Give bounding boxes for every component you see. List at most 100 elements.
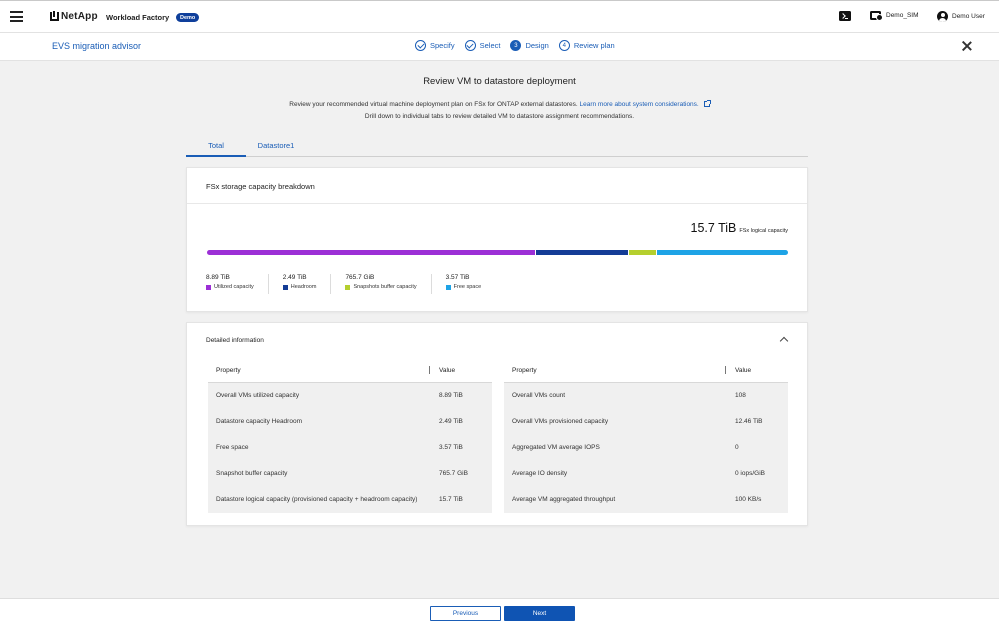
demo-badge: Demo [176,13,200,22]
footer-bar: Previous Next [0,598,999,627]
user-menu[interactable]: Demo User [937,11,985,22]
divider [187,203,807,204]
next-button[interactable]: Next [504,606,575,621]
table-row: Average IO density 0 iops/GiB [504,461,788,487]
column-header-property: Property [216,367,241,374]
chevron-up-icon[interactable] [779,336,789,346]
capacity-segment-headroom [536,250,628,255]
legend-item-utilized: 8.89 TiB Utilized capacity [206,274,269,294]
details-table-left: Property Value Overall VMs utilized capa… [208,363,492,513]
table-row: Snapshot buffer capacity 765.7 GiB [208,461,492,487]
legend-label: Utilized capacity [214,284,254,290]
value-cell: 0 iops/GiB [735,470,765,477]
wizard-title: EVS migration advisor [52,41,142,51]
workspace-icon [870,11,883,21]
netapp-logo-icon [50,11,59,21]
check-circle-icon [415,40,426,51]
legend-swatch [282,284,288,290]
total-capacity-value: 15.7 TiB [690,221,737,235]
column-header-value: Value [439,367,456,374]
value-cell: 15.7 TiB [439,496,463,503]
wizard-steps: Specify Select 3 Design 4 Review plan [415,40,625,51]
property-cell: Free space [216,444,249,451]
capacity-bar [207,250,789,255]
menu-icon[interactable] [10,11,23,22]
property-cell: Snapshot buffer capacity [216,470,288,477]
legend-swatch [345,284,351,290]
close-icon[interactable] [962,41,972,51]
legend-label: Free space [453,284,482,290]
property-cell: Aggregated VM average IOPS [512,444,600,451]
terminal-icon[interactable] [839,11,851,21]
property-cell: Datastore capacity Headroom [216,418,302,425]
capacity-legend: 8.89 TiB Utilized capacity 2.49 TiB Head… [206,274,495,294]
table-row: Average VM aggregated throughput 100 KB/s [504,487,788,513]
legend-value: 3.57 TiB [445,274,470,281]
total-capacity-label: FSx logical capacity [739,228,788,234]
property-cell: Overall VMs provisioned capacity [512,418,609,425]
legend-swatch [206,284,211,290]
legend-item-snapshots: 765.7 GiB Snapshots buffer capacity [331,274,432,294]
external-link-icon[interactable] [703,100,711,107]
product-name: Workload Factory [106,13,170,22]
table-row: Overall VMs count 108 [504,383,788,409]
top-bar: NetApp Workload Factory Demo Demo_SIM De… [0,0,999,33]
previous-button[interactable]: Previous [430,606,501,621]
value-cell: 0 [735,444,739,451]
value-cell: 2.49 TiB [439,418,463,425]
legend-value: 765.7 GiB [345,274,375,281]
capacity-segment-free-space [656,250,788,255]
user-name: Demo User [952,13,985,20]
step-label: Review plan [573,41,615,50]
learn-more-link[interactable]: Learn more about system considerations. [580,101,699,108]
value-cell: 3.57 TiB [439,444,463,451]
table-row: Overall VMs utilized capacity 8.89 TiB [208,383,492,409]
workspace-label: Demo_SIM [886,12,919,19]
card-title: Detailed information [206,337,264,344]
netapp-logo[interactable]: NetApp [50,11,98,22]
step-label: Select [479,41,501,50]
card-title: FSx storage capacity breakdown [206,182,315,191]
property-cell: Overall VMs utilized capacity [216,392,300,399]
value-cell: 12.46 TiB [735,418,763,425]
legend-item-free-space: 3.57 TiB Free space [432,274,496,294]
table-header: Property Value [208,363,492,383]
tab-datastore1[interactable]: Datastore1 [246,141,306,157]
value-cell: 108 [735,392,746,399]
page-description-line2: Drill down to individual tabs to review … [364,113,635,120]
table-header: Property Value [504,363,788,383]
step-select[interactable]: Select [464,40,501,51]
tab-total[interactable]: Total [186,141,246,157]
value-cell: 8.89 TiB [439,392,463,399]
page-description: Review your recommended virtual machine … [0,100,999,108]
table-row: Free space 3.57 TiB [208,435,492,461]
step-specify[interactable]: Specify [415,40,455,51]
step-number: 3 [510,40,522,51]
property-cell: Overall VMs count [512,392,566,399]
total-capacity: 15.7 TiB FSx logical capacity [691,221,788,235]
step-label: Design [525,41,549,50]
step-label: Specify [430,41,455,50]
column-resize-handle[interactable] [429,366,430,374]
logo-text: NetApp [61,11,98,22]
property-cell: Datastore logical capacity (provisioned … [216,496,418,503]
column-resize-handle[interactable] [725,366,726,374]
legend-value: 2.49 TiB [282,274,307,281]
column-header-property: Property [512,367,537,374]
value-cell: 765.7 GiB [439,470,468,477]
column-header-value: Value [735,367,752,374]
workspace-selector[interactable]: Demo_SIM [870,11,919,21]
details-table-right: Property Value Overall VMs count 108 Overa… [504,363,788,513]
description-text: Review your recommended virtual machine … [289,101,578,108]
capacity-segment-utilized [207,250,536,255]
legend-label: Headroom [290,284,317,290]
capacity-segment-snapshots [628,250,656,255]
step-number: 4 [558,40,570,51]
table-row: Datastore logical capacity (provisioned … [208,487,492,513]
value-cell: 100 KB/s [735,496,762,503]
step-review-plan[interactable]: 4 Review plan [558,40,615,51]
legend-swatch [445,284,451,290]
step-design[interactable]: 3 Design [510,40,549,51]
check-circle-icon [464,40,476,51]
table-row: Overall VMs provisioned capacity 12.46 Ti… [504,409,788,435]
